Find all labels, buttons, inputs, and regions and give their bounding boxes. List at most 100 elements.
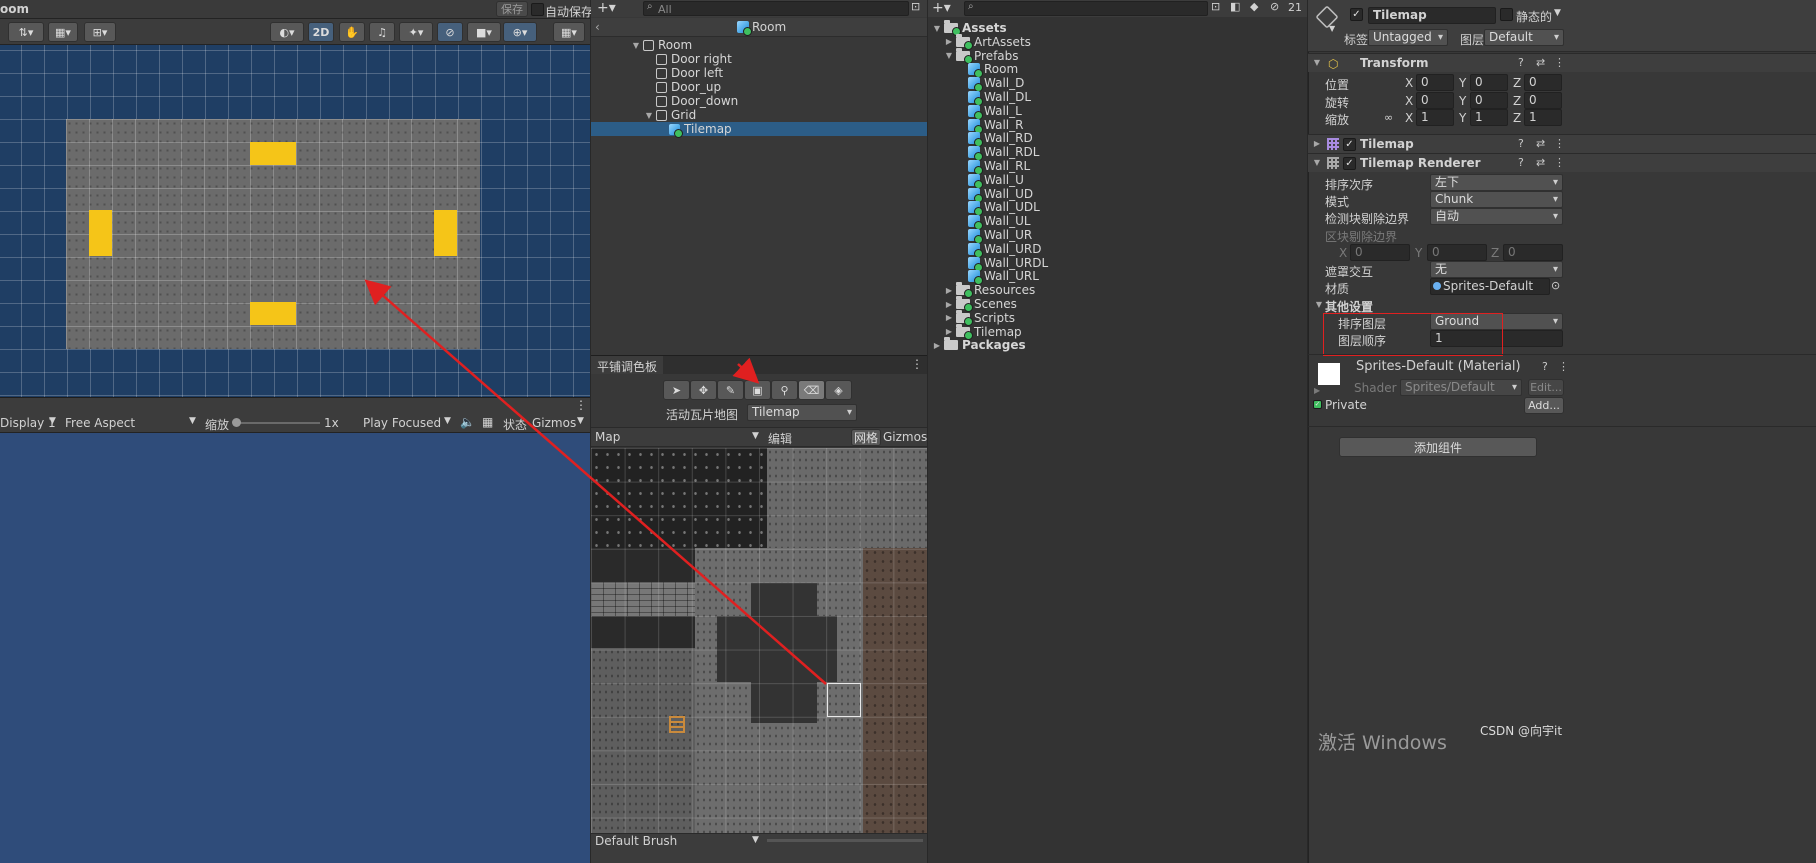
tilemap-menu-icon[interactable]: ⋮: [1554, 137, 1565, 150]
2d-toggle-button[interactable]: 2D: [308, 22, 334, 42]
project-create-button[interactable]: +▾: [932, 0, 951, 16]
transform-position-x-input[interactable]: 0: [1416, 74, 1454, 91]
hierarchy-item[interactable]: Door right: [591, 52, 927, 66]
material-help-icon[interactable]: ?: [1542, 360, 1548, 373]
object-name-input[interactable]: Tilemap: [1368, 7, 1496, 24]
paint-tool-icon[interactable]: ✎: [717, 380, 744, 400]
transform-rotation-y-input[interactable]: 0: [1470, 91, 1508, 109]
material-foldout-icon[interactable]: ▶: [1314, 386, 1320, 395]
increment-snap-button[interactable]: ⊞▾: [84, 22, 116, 42]
project-prefab[interactable]: Wall_U: [928, 173, 1024, 189]
door-left-tile[interactable]: [89, 210, 112, 256]
project-prefab[interactable]: Wall_RD: [928, 131, 1033, 148]
other-settings-foldout-icon[interactable]: ▼: [1314, 300, 1324, 309]
project-prefab[interactable]: Wall_R: [928, 118, 1023, 134]
renderer-menu-icon[interactable]: ⋮: [1554, 156, 1565, 169]
expand-arrow-icon[interactable]: ▶: [944, 313, 954, 322]
scene-header-row[interactable]: ‹ Room: [591, 18, 927, 37]
transform-rotation-x-input[interactable]: 0: [1416, 91, 1454, 109]
shader-select[interactable]: Sprites/Default: [1400, 379, 1522, 396]
static-chevron-icon[interactable]: ▼: [1554, 8, 1561, 18]
project-prefab[interactable]: Wall_UD: [928, 187, 1033, 203]
transform-position-z-input[interactable]: 0: [1524, 74, 1562, 91]
material-menu-icon[interactable]: ⋮: [1558, 360, 1569, 373]
visibility-toggle-button[interactable]: ⊘: [437, 22, 463, 42]
gizmos-button[interactable]: ⊕▾: [503, 22, 537, 42]
game-gizmos-button[interactable]: Gizmos: [532, 416, 576, 430]
project-search-input[interactable]: [964, 1, 1208, 16]
hierarchy-search-input[interactable]: All: [643, 1, 909, 16]
project-prefab[interactable]: Wall_URD: [928, 242, 1041, 258]
active-checkbox[interactable]: ✓: [1350, 8, 1363, 21]
keyboard-icon[interactable]: ▦: [482, 415, 493, 429]
project-prefab[interactable]: Wall_RDL: [928, 145, 1039, 162]
audio-toggle-button[interactable]: ♫: [369, 22, 395, 42]
add-component-button[interactable]: 添加组件: [1339, 437, 1537, 457]
transform-scale-x-input[interactable]: 1: [1416, 109, 1454, 126]
project-prefab[interactable]: Wall_UR: [928, 228, 1032, 244]
hierarchy-item[interactable]: ▼ Grid: [591, 108, 927, 122]
hidden-packages-icon[interactable]: ⊘: [1270, 0, 1279, 13]
fill-tool-icon[interactable]: ◈: [825, 380, 852, 400]
project-folder[interactable]: ▶ Packages: [928, 337, 1026, 352]
tilemap-presets-icon[interactable]: ⇄: [1536, 137, 1545, 150]
stats-button[interactable]: 状态: [503, 416, 527, 433]
box-fill-tool-icon[interactable]: ▣: [744, 380, 771, 400]
brush-splitter[interactable]: [767, 839, 923, 842]
camera-button[interactable]: ■▾: [467, 22, 501, 42]
palette-more-icon[interactable]: ⋮: [911, 357, 923, 371]
hierarchy-item[interactable]: ▼ Room: [591, 38, 927, 52]
expand-arrow-icon[interactable]: ▶: [944, 300, 954, 309]
expand-arrow-icon[interactable]: ▼: [932, 24, 942, 33]
project-prefab[interactable]: Wall_D: [928, 76, 1024, 93]
expand-arrow-icon[interactable]: ▶: [944, 286, 954, 295]
renderer-enabled-checkbox[interactable]: ✓: [1343, 157, 1356, 170]
scene-view-canvas[interactable]: [0, 45, 590, 397]
project-folder[interactable]: ▶ ArtAssets: [928, 33, 1031, 50]
effects-toggle-button[interactable]: ✦▾: [399, 22, 433, 42]
expand-arrow-icon[interactable]: ▼: [644, 111, 654, 120]
project-prefab[interactable]: Wall_L: [928, 104, 1022, 120]
tilemap-renderer-header[interactable]: ▼ ✓ Tilemap Renderer ? ⇄ ⋮: [1308, 153, 1816, 172]
hierarchy-item[interactable]: Tilemap: [591, 122, 927, 138]
hierarchy-item[interactable]: Door_down: [591, 94, 927, 108]
transform-foldout-icon[interactable]: ▼: [1312, 58, 1322, 67]
icon-chevron-icon[interactable]: ▼: [1329, 24, 1335, 33]
expand-arrow-icon[interactable]: ▶: [932, 341, 942, 350]
move-tool-icon[interactable]: ✥: [690, 380, 717, 400]
project-prefab[interactable]: Wall_URL: [928, 269, 1039, 286]
hierarchy-item[interactable]: Door_up: [591, 80, 927, 94]
mode-select[interactable]: Chunk: [1430, 191, 1563, 208]
filter-by-type-icon[interactable]: ◧: [1230, 0, 1240, 13]
transform-position-y-input[interactable]: 0: [1470, 74, 1508, 91]
add-label-button[interactable]: Add...: [1524, 397, 1564, 414]
palette-tab[interactable]: 平铺调色板: [591, 356, 663, 374]
aspect-select[interactable]: Free Aspect: [65, 416, 135, 430]
selected-tile-highlight[interactable]: [827, 683, 861, 717]
back-arrow-icon[interactable]: ‹: [595, 20, 600, 34]
select-tool-icon[interactable]: ➤: [663, 380, 690, 400]
culling-select[interactable]: 自动: [1430, 208, 1563, 225]
mask-select[interactable]: 无: [1430, 261, 1563, 278]
play-mode-select[interactable]: Play Focused: [363, 416, 441, 430]
expand-arrow-icon[interactable]: ▼: [631, 41, 641, 50]
renderer-presets-icon[interactable]: ⇄: [1536, 156, 1545, 169]
expand-arrow-icon[interactable]: ▶: [944, 327, 954, 336]
presets-icon[interactable]: ⇄: [1536, 56, 1545, 69]
lighting-toggle-button[interactable]: ✋: [339, 22, 365, 42]
project-folder[interactable]: ▼ Assets: [928, 20, 1007, 36]
mute-audio-icon[interactable]: 🔈: [460, 415, 475, 429]
tilemap-enabled-checkbox[interactable]: ✓: [1343, 138, 1356, 151]
shader-edit-button[interactable]: Edit...: [1528, 379, 1564, 396]
picker-tool-icon[interactable]: ⚲: [771, 380, 798, 400]
renderer-foldout-icon[interactable]: ▼: [1312, 158, 1322, 167]
material-field[interactable]: Sprites-Default: [1430, 278, 1550, 295]
project-folder[interactable]: ▼ Prefabs: [928, 47, 1019, 64]
project-folder[interactable]: ▶ Scripts: [928, 309, 1015, 326]
transform-tools-button[interactable]: ⇅▾: [8, 22, 44, 42]
project-prefab[interactable]: Wall_DL: [928, 90, 1031, 106]
object-picker-icon[interactable]: ⊙: [1551, 279, 1560, 292]
expand-arrow-icon[interactable]: ▼: [944, 51, 954, 60]
transform-header[interactable]: ▼ ⬡ Transform ? ⇄ ⋮: [1308, 53, 1816, 72]
panel-divider[interactable]: ⋮: [0, 397, 590, 413]
